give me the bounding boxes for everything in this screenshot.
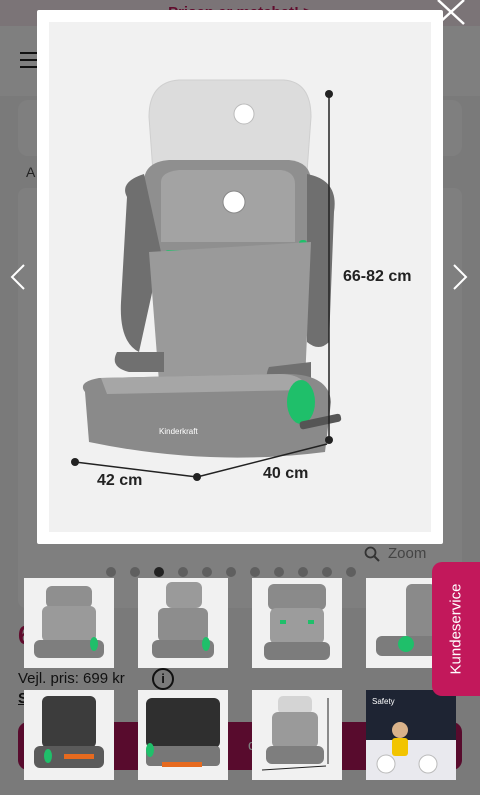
thumb-seat-icon <box>34 696 104 768</box>
thumb-car-scene-icon: Safety <box>366 690 456 780</box>
thumbnail-back-view[interactable] <box>24 690 114 780</box>
pagination-dot[interactable] <box>178 567 188 577</box>
pagination-dot[interactable] <box>322 567 332 577</box>
seat-brand-label: Kinderkraft <box>159 427 198 436</box>
thumbnail-dimensions-view[interactable] <box>252 690 342 780</box>
thumb-seat-icon <box>146 698 220 767</box>
safety-thumb-title: Safety <box>372 697 395 706</box>
pagination-dot[interactable] <box>130 567 140 577</box>
thumb-seat-icon <box>264 584 330 660</box>
thumbnail-safety-in-car-view[interactable]: Safety <box>366 690 456 780</box>
zoom-label: Zoom <box>388 545 427 562</box>
pagination-dot[interactable] <box>250 567 260 577</box>
chevron-left-icon <box>10 264 25 290</box>
chevron-right-icon <box>453 264 468 290</box>
pagination-dot[interactable] <box>346 567 356 577</box>
zoom-button[interactable]: Zoom <box>364 545 426 562</box>
previous-image-button[interactable] <box>8 262 28 292</box>
thumbnail-base-isofix-view[interactable] <box>138 690 228 780</box>
customer-service-tab[interactable]: Kundeservice <box>432 562 480 696</box>
thumb-seat-icon <box>261 696 329 771</box>
pagination-dot[interactable] <box>202 567 212 577</box>
height-dimension-label: 66-82 cm <box>343 268 412 285</box>
pagination-dot[interactable] <box>226 567 236 577</box>
next-image-button[interactable] <box>450 262 470 292</box>
width-dimension-label: 42 cm <box>97 472 143 489</box>
main-product-image[interactable]: Kinderkraft 66-82 cm 42 cm 40 cm <box>49 22 431 532</box>
pagination-dot-active[interactable] <box>154 567 164 577</box>
main-image-frame: Kinderkraft 66-82 cm 42 cm 40 cm <box>37 10 443 544</box>
thumbnail-headrest-raised-view[interactable] <box>138 578 228 668</box>
thumbnail-front-straight-view[interactable] <box>252 578 342 668</box>
depth-dimension-label: 40 cm <box>263 465 309 482</box>
pagination-dot[interactable] <box>106 567 116 577</box>
thumb-seat-icon <box>152 582 214 658</box>
customer-service-label: Kundeservice <box>447 583 465 675</box>
magnifier-icon <box>364 546 380 562</box>
image-pagination <box>106 567 356 577</box>
thumbnail-front-view[interactable] <box>24 578 114 668</box>
pagination-dot[interactable] <box>274 567 284 577</box>
thumb-seat-icon <box>34 586 104 658</box>
pagination-dot[interactable] <box>298 567 308 577</box>
